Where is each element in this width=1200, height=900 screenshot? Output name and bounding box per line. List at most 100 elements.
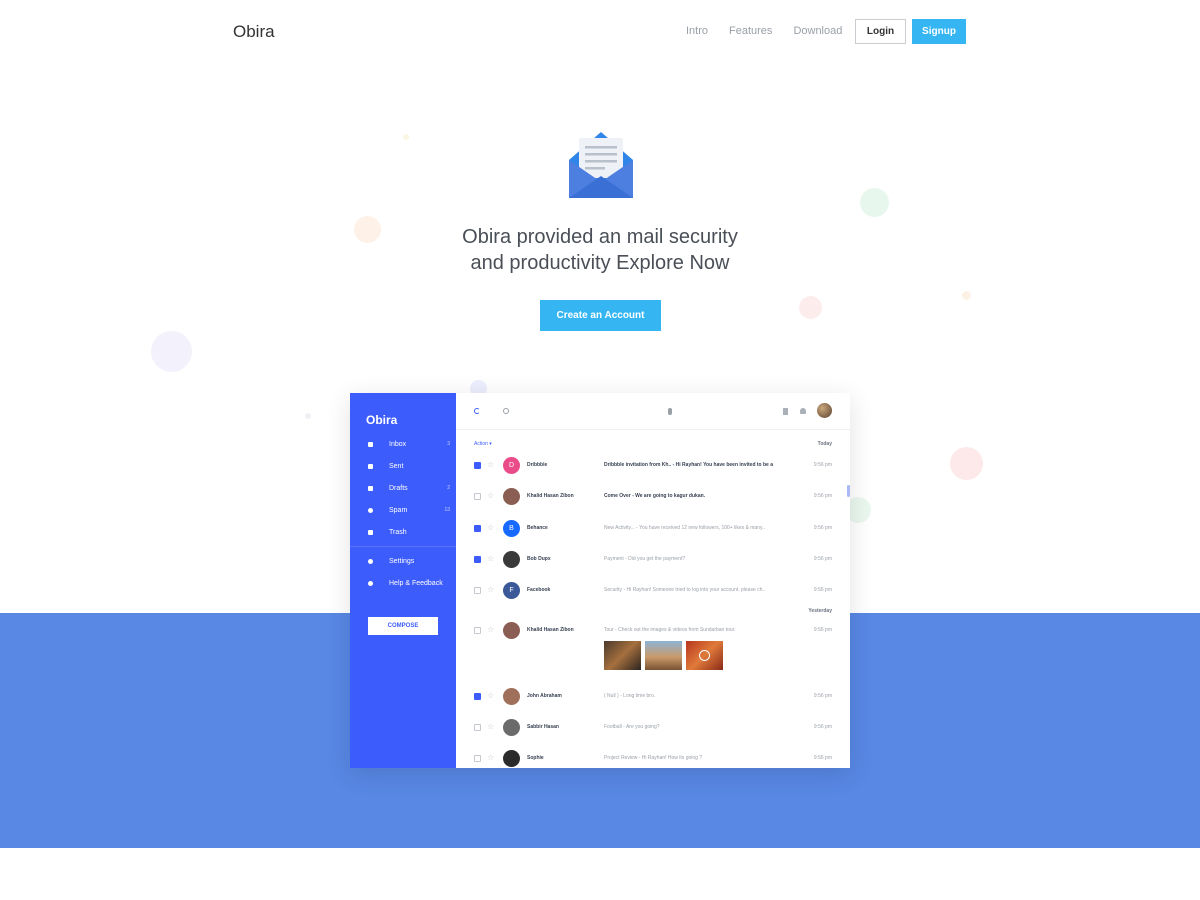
- star-icon[interactable]: ☆: [487, 722, 494, 732]
- sender-avatar: B: [503, 520, 520, 537]
- email-subject: Dribbble invitation from Kh.. - Hi Rayha…: [604, 462, 774, 468]
- microphone-icon[interactable]: [668, 408, 672, 415]
- site-logo[interactable]: Obira: [233, 22, 275, 42]
- email-time: 9:56 pm: [813, 587, 832, 593]
- sidebar-item-label: Settings: [389, 557, 415, 565]
- signup-button[interactable]: Signup: [912, 19, 966, 44]
- nav-link-download[interactable]: Download: [793, 25, 842, 37]
- email-row[interactable]: ☆ F Facebook Security - Hi Rayhan! Someone …: [456, 581, 850, 601]
- main-nav: Intro Features Download: [686, 25, 842, 37]
- sidebar-item-trash[interactable]: Trash: [368, 526, 450, 538]
- spam-icon: [368, 507, 373, 513]
- email-row[interactable]: ☆ Sophie Project Review - Hi Rayhan! How i…: [456, 749, 850, 768]
- email-row[interactable]: ☆ Khalid Hasan Zibon Tour - Check out the …: [456, 621, 850, 641]
- email-row[interactable]: ☆ Bob Dupx Payment - Did you get the payme…: [456, 550, 850, 570]
- sidebar-item-inbox[interactable]: Inbox 3: [368, 438, 450, 450]
- email-time: 9:56 pm: [813, 724, 832, 730]
- star-icon[interactable]: ☆: [487, 460, 494, 470]
- star-icon[interactable]: ☆: [487, 753, 494, 763]
- email-time: 9:56 pm: [813, 627, 832, 633]
- app-sidebar: Obira Inbox 3 Sent Drafts 2 Spam 13 Tras…: [350, 393, 456, 768]
- envelope-open-icon: [569, 132, 633, 198]
- sidebar-item-label: Inbox: [389, 440, 407, 448]
- email-checkbox[interactable]: [474, 525, 481, 532]
- star-icon[interactable]: ☆: [487, 691, 494, 701]
- sidebar-item-count: 3: [447, 441, 450, 447]
- email-row[interactable]: ☆ Sabbir Hasan Football - Are you going? 9:…: [456, 718, 850, 738]
- email-subject: ( Null ) - Long time bro.: [604, 693, 656, 699]
- star-icon[interactable]: ☆: [487, 625, 494, 635]
- email-sender: Dribbble: [527, 462, 548, 468]
- email-time: 9:56 pm: [813, 462, 832, 468]
- email-time: 9:56 pm: [813, 493, 832, 499]
- email-time: 9:56 pm: [813, 693, 832, 699]
- email-subject: Payment - Did you get the payment?: [604, 556, 686, 562]
- email-checkbox[interactable]: [474, 587, 481, 594]
- action-dropdown[interactable]: Action ▾: [474, 441, 492, 447]
- sidebar-item-settings[interactable]: Settings: [368, 555, 450, 567]
- mail-app-preview: Obira Inbox 3 Sent Drafts 2 Spam 13 Tras…: [350, 393, 850, 768]
- star-icon[interactable]: ☆: [487, 491, 494, 501]
- email-row[interactable]: ☆ D Dribbble Dribbble invitation from Kh.. …: [456, 456, 850, 476]
- login-button[interactable]: Login: [855, 19, 906, 44]
- sender-avatar: D: [503, 457, 520, 474]
- send-icon: [368, 463, 373, 469]
- email-sender: Bob Dupx: [527, 556, 551, 562]
- email-subject: Tour - Check out the images & videos fro…: [604, 627, 736, 633]
- sender-avatar: [503, 688, 520, 705]
- mail-list-panel: Action ▾ Today ☆ D Dribbble Dribbble invita…: [456, 393, 850, 768]
- email-checkbox[interactable]: [474, 493, 481, 500]
- email-row[interactable]: ☆ John Abraham ( Null ) - Long time bro. 9:…: [456, 687, 850, 707]
- decorative-dot: [305, 413, 311, 419]
- star-icon[interactable]: ☆: [487, 554, 494, 564]
- hero-title-line2: and productivity Explore Now: [470, 252, 730, 274]
- sidebar-item-drafts[interactable]: Drafts 2: [368, 482, 450, 494]
- help-icon: [368, 580, 373, 586]
- image-thumbnail[interactable]: [604, 641, 641, 670]
- star-icon[interactable]: ☆: [487, 585, 494, 595]
- user-avatar[interactable]: [817, 403, 832, 418]
- nav-link-intro[interactable]: Intro: [686, 25, 708, 37]
- sidebar-item-sent[interactable]: Sent: [368, 460, 450, 472]
- star-icon[interactable]: ☆: [487, 523, 494, 533]
- sidebar-item-label: Help & Feedback: [389, 579, 443, 587]
- email-row[interactable]: ☆ Khalid Hasan Zibon Come Over - We are go…: [456, 487, 850, 507]
- bell-icon[interactable]: [800, 408, 806, 414]
- video-thumbnail[interactable]: [686, 641, 723, 670]
- sidebar-item-label: Sent: [389, 462, 404, 470]
- bookmark-icon[interactable]: [783, 408, 788, 415]
- sender-avatar: [503, 551, 520, 568]
- sidebar-divider: [350, 546, 456, 547]
- scrollbar[interactable]: [847, 485, 850, 497]
- decorative-dot: [151, 331, 192, 372]
- sidebar-item-count: 13: [444, 507, 450, 513]
- email-checkbox[interactable]: [474, 755, 481, 762]
- create-account-button[interactable]: Create an Account: [540, 300, 661, 331]
- sidebar-item-spam[interactable]: Spam 13: [368, 504, 450, 516]
- nav-link-features[interactable]: Features: [729, 25, 772, 37]
- sidebar-item-label: Drafts: [389, 484, 408, 492]
- inbox-icon: [368, 441, 373, 447]
- search-icon[interactable]: [503, 408, 509, 414]
- email-checkbox[interactable]: [474, 556, 481, 563]
- email-time: 9:56 pm: [813, 556, 832, 562]
- image-thumbnail[interactable]: [645, 641, 682, 670]
- sender-avatar: [503, 622, 520, 639]
- refresh-icon[interactable]: [474, 408, 480, 414]
- compose-button[interactable]: COMPOSE: [368, 617, 438, 635]
- email-row[interactable]: ☆ B Behance New Activity... - You have rece…: [456, 519, 850, 539]
- action-label: Action: [474, 441, 488, 447]
- email-checkbox[interactable]: [474, 462, 481, 469]
- sidebar-item-help[interactable]: Help & Feedback: [368, 577, 450, 589]
- day-header-today: Today: [817, 441, 832, 447]
- email-checkbox[interactable]: [474, 693, 481, 700]
- decorative-dot: [403, 134, 409, 140]
- email-time: 9:56 pm: [813, 755, 832, 761]
- attachment-thumbnails: [604, 641, 723, 670]
- email-checkbox[interactable]: [474, 627, 481, 634]
- email-checkbox[interactable]: [474, 724, 481, 731]
- hero-title-line1: Obira provided an mail security: [462, 226, 738, 248]
- trash-icon: [368, 529, 373, 535]
- email-subject: Come Over - We are going to kagur dukan.: [604, 493, 706, 499]
- play-icon: [699, 650, 710, 661]
